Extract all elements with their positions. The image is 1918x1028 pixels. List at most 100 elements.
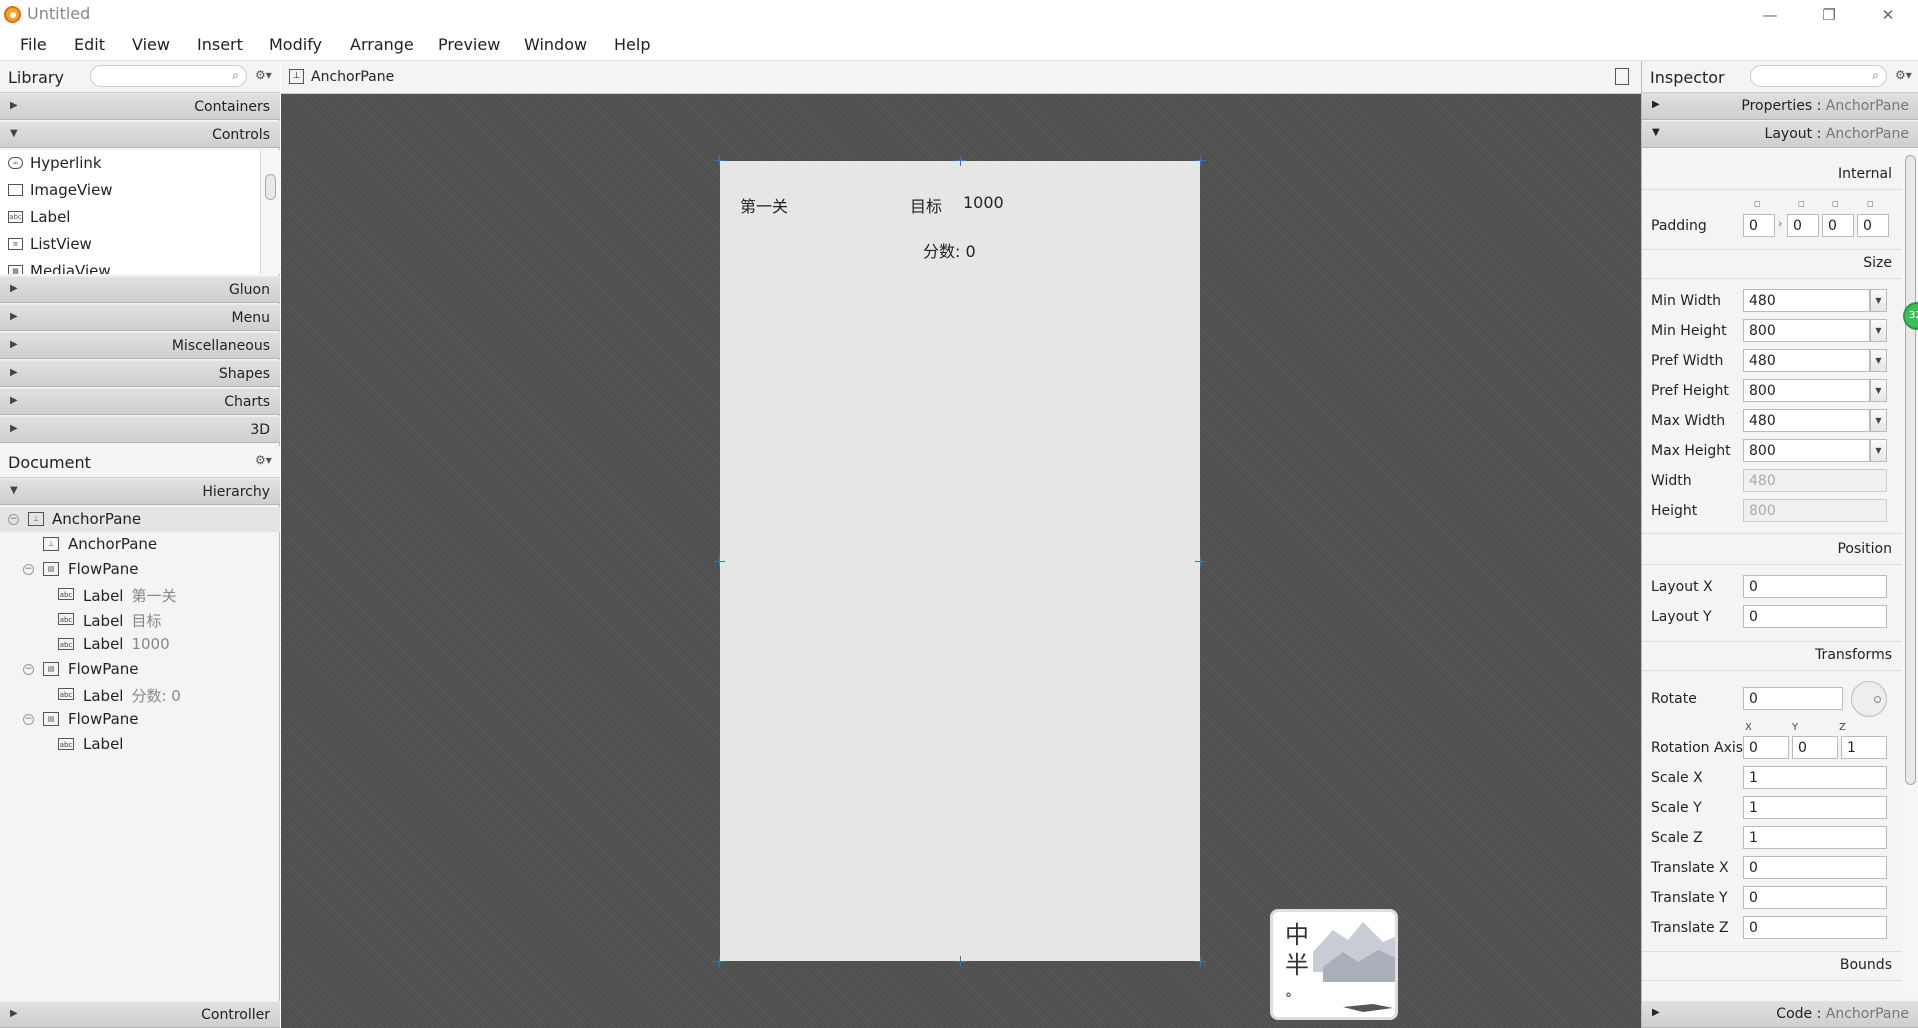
stage-anchorpane[interactable]: 第一关 目标 1000 分数: 0 xyxy=(720,161,1200,961)
document-gear-icon[interactable]: ⚙▾ xyxy=(255,453,272,467)
list-item[interactable]: ImageView xyxy=(8,177,113,203)
scale-x-field[interactable]: 1 xyxy=(1743,766,1887,789)
resize-handle[interactable] xyxy=(955,956,966,967)
section-controls[interactable]: ▼ Controls xyxy=(0,121,280,148)
resize-handle[interactable] xyxy=(714,155,725,166)
collapse-toggle-icon[interactable]: − xyxy=(23,664,34,675)
resize-handle[interactable] xyxy=(714,556,725,567)
target-label[interactable]: 目标 xyxy=(910,193,942,217)
list-item[interactable]: abc Label xyxy=(8,204,70,230)
max-width-field[interactable]: 480 xyxy=(1743,409,1870,432)
section-miscellaneous[interactable]: ▶ Miscellaneous xyxy=(0,332,280,359)
translate-y-field[interactable]: 0 xyxy=(1743,886,1887,909)
window-title: Untitled xyxy=(27,4,91,23)
section-code[interactable]: ▶ Code : AnchorPane xyxy=(1642,1001,1918,1028)
tree-row[interactable]: ⊥ AnchorPane xyxy=(0,532,280,557)
scroll-thumb[interactable] xyxy=(265,174,276,200)
translate-x-field[interactable]: 0 xyxy=(1743,856,1887,879)
menu-edit[interactable]: Edit xyxy=(74,35,105,54)
menu-view[interactable]: View xyxy=(132,35,170,54)
pref-width-dropdown-icon[interactable]: ▼ xyxy=(1870,349,1887,372)
section-hierarchy[interactable]: ▼ Hierarchy xyxy=(0,478,280,505)
resize-handle[interactable] xyxy=(955,155,966,166)
section-menu[interactable]: ▶ Menu xyxy=(0,304,280,331)
collapse-toggle-icon[interactable]: − xyxy=(23,564,34,575)
breadcrumb[interactable]: AnchorPane xyxy=(311,69,394,85)
inspector-search-input[interactable]: ⌕ xyxy=(1750,65,1887,87)
library-gear-icon[interactable]: ⚙▾ xyxy=(255,68,272,82)
pref-width-field[interactable]: 480 xyxy=(1743,349,1870,372)
tree-row[interactable]: − ▤ FlowPane xyxy=(0,707,280,732)
padding-top-field[interactable]: 0 xyxy=(1743,214,1775,237)
padding-bottom-field[interactable]: 0 xyxy=(1822,214,1854,237)
section-layout[interactable]: ▼ Layout : AnchorPane xyxy=(1642,121,1918,148)
pref-height-field[interactable]: 800 xyxy=(1743,379,1870,402)
padding-right-field[interactable]: 0 xyxy=(1787,214,1819,237)
collapse-toggle-icon[interactable]: − xyxy=(23,714,34,725)
resize-handle[interactable] xyxy=(1195,155,1206,166)
tree-row[interactable]: − ▤ FlowPane xyxy=(0,557,280,582)
scale-y-field[interactable]: 1 xyxy=(1743,796,1887,819)
rotation-axis-z-field[interactable]: 1 xyxy=(1841,736,1887,759)
min-width-dropdown-icon[interactable]: ▼ xyxy=(1870,289,1887,312)
min-height-dropdown-icon[interactable]: ▼ xyxy=(1870,319,1887,342)
menu-modify[interactable]: Modify xyxy=(269,35,322,54)
rotate-field[interactable]: 0 xyxy=(1743,687,1843,710)
tree-row[interactable]: abc Label 目标 xyxy=(0,607,280,632)
score-label[interactable]: 分数: 0 xyxy=(923,238,976,262)
list-item[interactable]: ▦ MediaView xyxy=(8,258,111,274)
menu-file[interactable]: File xyxy=(20,35,47,54)
layout-y-field[interactable]: 0 xyxy=(1743,605,1887,628)
min-width-field[interactable]: 480 xyxy=(1743,289,1870,312)
menu-preview[interactable]: Preview xyxy=(438,35,500,54)
min-height-field[interactable]: 800 xyxy=(1743,319,1870,342)
tree-row[interactable]: abc Label 第一关 xyxy=(0,582,280,607)
target-value-label[interactable]: 1000 xyxy=(963,193,1004,212)
pref-height-dropdown-icon[interactable]: ▼ xyxy=(1870,379,1887,402)
rotation-axis-y-field[interactable]: 0 xyxy=(1792,736,1838,759)
minimize-button[interactable]: — xyxy=(1750,2,1790,28)
menu-window[interactable]: Window xyxy=(524,35,587,54)
menu-help[interactable]: Help xyxy=(614,35,650,54)
section-shapes[interactable]: ▶ Shapes xyxy=(0,360,280,387)
rotation-axis-x-field[interactable]: 0 xyxy=(1743,736,1789,759)
menu-insert[interactable]: Insert xyxy=(197,35,243,54)
list-item[interactable]: ∞ Hyperlink xyxy=(8,150,102,176)
tree-row[interactable]: abc Label xyxy=(0,732,280,757)
tree-row[interactable]: abc Label 1000 xyxy=(0,632,280,657)
tree-row[interactable]: abc Label 分数: 0 xyxy=(0,682,280,707)
floating-thumbnail-widget[interactable]: 中半 ° xyxy=(1270,909,1398,1020)
layout-x-field[interactable]: 0 xyxy=(1743,575,1887,598)
section-gluon[interactable]: ▶ Gluon xyxy=(0,276,280,303)
section-controller[interactable]: ▶ Controller xyxy=(0,1001,280,1028)
padding-left-field[interactable]: 0 xyxy=(1857,214,1889,237)
list-item[interactable]: ≡ ListView xyxy=(8,231,92,257)
section-containers[interactable]: ▶ Containers xyxy=(0,93,280,120)
controls-scrollbar[interactable] xyxy=(260,150,280,274)
scale-z-field[interactable]: 1 xyxy=(1743,826,1887,849)
resize-handle[interactable] xyxy=(1195,556,1206,567)
resize-handle[interactable] xyxy=(1195,956,1206,967)
document-icon[interactable] xyxy=(1615,68,1629,85)
level-label[interactable]: 第一关 xyxy=(740,193,788,217)
max-height-dropdown-icon[interactable]: ▼ xyxy=(1870,439,1887,462)
collapse-toggle-icon[interactable]: − xyxy=(8,514,19,525)
resize-handle[interactable] xyxy=(714,956,725,967)
max-height-field[interactable]: 800 xyxy=(1743,439,1870,462)
library-search-input[interactable]: ⌕ xyxy=(90,65,247,87)
max-width-dropdown-icon[interactable]: ▼ xyxy=(1870,409,1887,432)
restore-button[interactable]: ❐ xyxy=(1809,2,1849,28)
inspector-scrollbar[interactable] xyxy=(1902,151,1918,991)
section-charts[interactable]: ▶ Charts xyxy=(0,388,280,415)
tree-row[interactable]: − ⊥ AnchorPane xyxy=(0,507,280,532)
section-properties[interactable]: ▶ Properties : AnchorPane xyxy=(1642,93,1918,120)
scroll-thumb[interactable] xyxy=(1905,155,1916,785)
inspector-header: Inspector ⌕ ⚙▾ xyxy=(1642,61,1918,93)
translate-z-field[interactable]: 0 xyxy=(1743,916,1887,939)
close-button[interactable]: ✕ xyxy=(1868,2,1908,28)
tree-row[interactable]: − ▤ FlowPane xyxy=(0,657,280,682)
section-3d[interactable]: ▶ 3D xyxy=(0,416,280,443)
menu-arrange[interactable]: Arrange xyxy=(350,35,414,54)
rotate-dial[interactable] xyxy=(1851,681,1887,717)
inspector-gear-icon[interactable]: ⚙▾ xyxy=(1895,68,1912,82)
